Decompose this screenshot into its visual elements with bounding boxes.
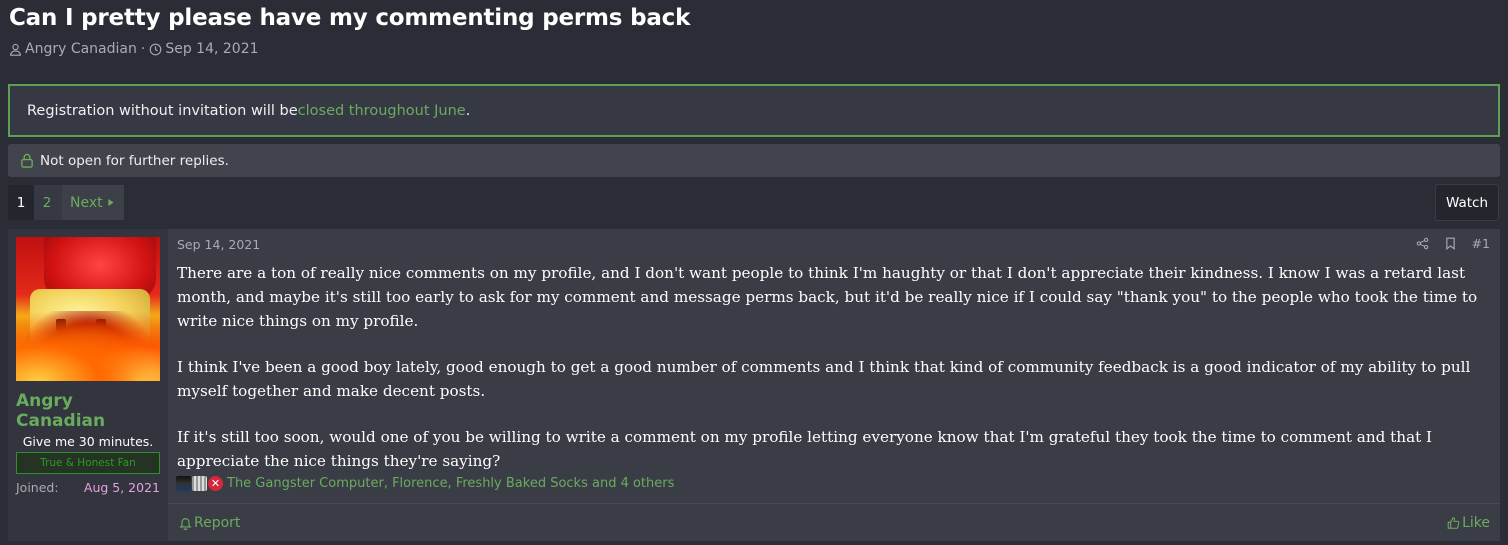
post-date[interactable]: Sep 14, 2021 <box>177 237 260 252</box>
reactions-list[interactable]: The Gangster Computer, Florence, Freshly… <box>227 476 674 491</box>
bell-icon <box>179 517 192 530</box>
post-paragraph: There are a ton of really nice comments … <box>177 264 1478 330</box>
locked-notice: Not open for further replies. <box>8 144 1500 177</box>
post-footer: Report Like <box>168 503 1500 541</box>
meta-separator: · <box>140 41 146 57</box>
thumbs-up-icon <box>1447 516 1460 529</box>
reactions-bar: ✕ The Gangster Computer, Florence, Fresh… <box>176 476 674 491</box>
clock-icon <box>149 43 162 55</box>
post-main: Sep 14, 2021 #1 There are a ton of reall… <box>168 229 1500 541</box>
report-label: Report <box>194 514 241 531</box>
thread-date[interactable]: Sep 14, 2021 <box>165 41 258 57</box>
next-page-button[interactable]: Next <box>62 185 124 220</box>
registration-notice: Registration without invitation will be … <box>8 84 1500 137</box>
notice-link[interactable]: closed throughout June <box>298 103 466 119</box>
like-label: Like <box>1462 514 1490 531</box>
x-reaction-icon: ✕ <box>208 476 223 491</box>
post: Angry Canadian Give me 30 minutes. True … <box>8 229 1500 541</box>
post-body: There are a ton of really nice comments … <box>177 261 1488 495</box>
top-hat-reaction-icon <box>176 476 191 491</box>
post-paragraph: If it's still too soon, would one of you… <box>177 428 1433 470</box>
locked-text: Not open for further replies. <box>40 152 229 169</box>
joined-info: Joined: Aug 5, 2021 <box>16 480 160 495</box>
next-label: Next <box>70 194 103 211</box>
like-button[interactable]: Like <box>1447 515 1490 531</box>
watch-button[interactable]: Watch <box>1435 184 1499 221</box>
thread-author[interactable]: Angry Canadian <box>25 41 137 57</box>
pagination: 1 2 Next <box>8 185 124 220</box>
caret-right-icon <box>108 199 114 206</box>
reaction-icons: ✕ <box>176 476 224 491</box>
notice-text: Registration without invitation will be <box>27 102 298 119</box>
avatar[interactable] <box>16 237 160 381</box>
avatar-fire <box>16 311 160 381</box>
share-button[interactable] <box>1416 237 1429 250</box>
user-banner: True & Honest Fan <box>16 452 160 474</box>
thread-meta: Angry Canadian · Sep 14, 2021 <box>9 41 259 57</box>
report-button[interactable]: Report <box>179 515 240 531</box>
post-paragraph: I think I've been a good boy lately, goo… <box>177 358 1471 400</box>
share-icon <box>1416 237 1428 250</box>
joined-date: Aug 5, 2021 <box>83 480 160 495</box>
user-icon <box>10 43 21 56</box>
notice-text-end: . <box>465 102 471 119</box>
post-username[interactable]: Angry Canadian <box>16 391 160 431</box>
thread-title: Can I pretty please have my commenting p… <box>9 5 691 31</box>
lock-icon <box>21 153 33 168</box>
user-title: Give me 30 minutes. <box>22 434 154 449</box>
joined-label: Joined: <box>16 480 59 495</box>
post-user-panel: Angry Canadian Give me 30 minutes. True … <box>8 229 168 541</box>
post-tools: #1 <box>1401 236 1490 251</box>
page-1[interactable]: 1 <box>8 185 34 220</box>
computer-reaction-icon <box>192 476 207 491</box>
bookmark-button[interactable] <box>1444 237 1457 250</box>
bookmark-icon <box>1445 237 1455 250</box>
page-2[interactable]: 2 <box>34 185 60 220</box>
post-number[interactable]: #1 <box>1472 236 1490 251</box>
